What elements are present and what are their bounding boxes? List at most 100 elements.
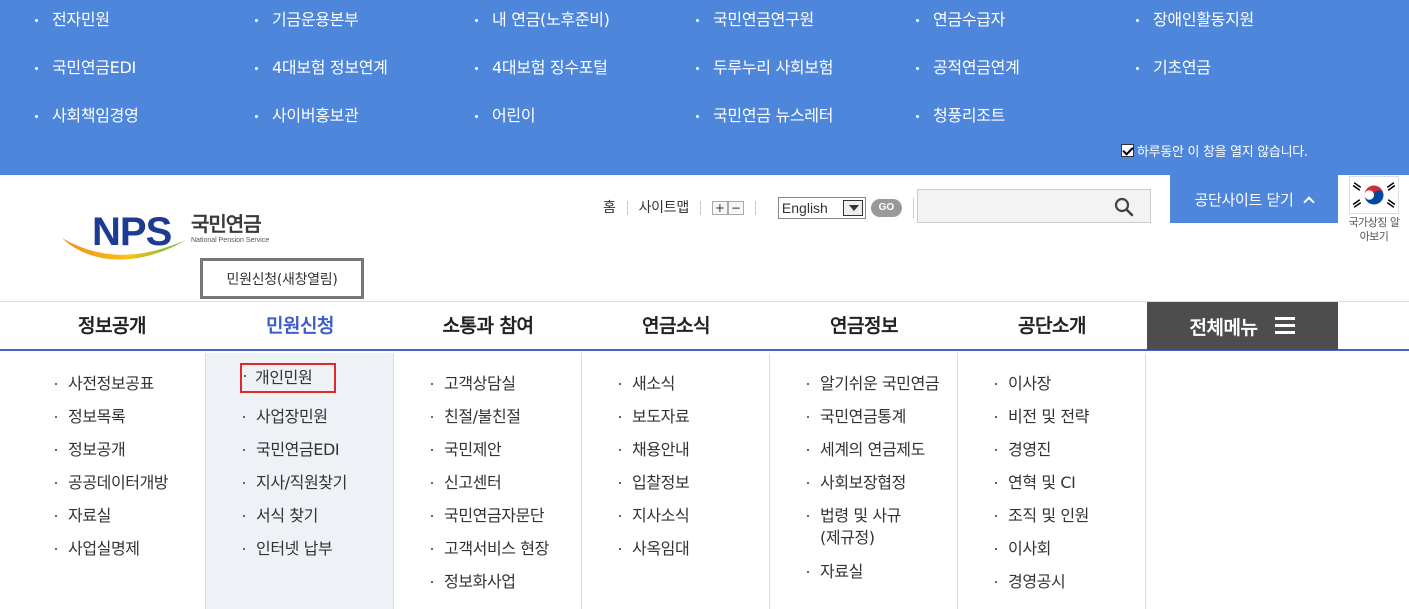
- menu-item[interactable]: 공공데이터개방: [55, 472, 169, 494]
- family-site-label: 4대보험 징수포털: [492, 58, 608, 77]
- bullet-icon: [696, 19, 699, 22]
- gnb-item-civil-petition[interactable]: 민원신청: [206, 302, 394, 350]
- menu-item[interactable]: 지사/직원찾기: [243, 472, 347, 494]
- mega-column-civil-petition: 개인민원 사업장민원 국민연금EDI 지사/직원찾기 서식 찾기 인터넷 납부: [206, 353, 394, 609]
- home-link[interactable]: 홈: [592, 200, 627, 216]
- search-input[interactable]: [917, 189, 1151, 223]
- gnb-item-about[interactable]: 공단소개: [958, 302, 1146, 350]
- menu-item[interactable]: 알기쉬운 국민연금: [807, 373, 940, 395]
- menu-item[interactable]: 인터넷 납부: [243, 538, 333, 560]
- menu-item[interactable]: 입찰정보: [619, 472, 690, 494]
- menu-item[interactable]: 사업실명제: [55, 538, 140, 560]
- mega-column-about: 이사장 비전 및 전략 경영진 연혁 및 CI 조직 및 인원 이사회 경영공시: [958, 353, 1146, 609]
- menu-item[interactable]: 법령 및 사규(제규정): [807, 505, 915, 549]
- bullet-icon: [35, 115, 38, 118]
- language-select[interactable]: English: [777, 197, 866, 219]
- no-show-today-checkbox[interactable]: 하루동안 이 창을 열지 않습니다.: [1121, 141, 1308, 160]
- zoom-out-button[interactable]: −: [727, 201, 744, 215]
- family-site-link[interactable]: 국민연금연구원: [696, 8, 814, 32]
- national-symbol-link[interactable]: 국가상징 알아보기: [1346, 176, 1402, 246]
- family-site-label: 사이버홍보관: [272, 106, 359, 125]
- menu-item[interactable]: 사업장민원: [243, 406, 328, 428]
- gnb-item-info-disclosure[interactable]: 정보공개: [18, 302, 206, 350]
- menu-item-personal-petition[interactable]: 개인민원: [240, 363, 337, 393]
- family-site-link[interactable]: 기금운용본부: [255, 8, 359, 32]
- menu-item[interactable]: 고객서비스 현장: [431, 538, 549, 560]
- gnb-item-communication[interactable]: 소통과 참여: [394, 302, 582, 350]
- no-show-today-label: 하루동안 이 창을 열지 않습니다.: [1137, 145, 1308, 160]
- menu-item[interactable]: 경영공시: [995, 571, 1066, 593]
- menu-item[interactable]: 서식 찾기: [243, 505, 318, 527]
- menu-item[interactable]: 국민제안: [431, 439, 502, 461]
- gnb-item-pension-news[interactable]: 연금소식: [582, 302, 770, 350]
- menu-item[interactable]: 국민연금자문단: [431, 505, 545, 527]
- menu-item[interactable]: 국민연금통계: [807, 406, 906, 428]
- family-site-link[interactable]: 두루누리 사회보험: [696, 56, 833, 80]
- family-site-panel: 전자민원 기금운용본부 내 연금(노후준비) 국민연금연구원 연금수급자 장애인…: [0, 0, 1409, 175]
- popup-button-label: 민원신청(새창열림): [226, 271, 338, 288]
- menu-item[interactable]: 이사회: [995, 538, 1051, 560]
- family-site-link[interactable]: 내 연금(노후준비): [475, 8, 610, 32]
- bullet-icon: [807, 482, 809, 484]
- menu-item[interactable]: 사옥임대: [619, 538, 690, 560]
- menu-item[interactable]: 연혁 및 CI: [995, 472, 1076, 494]
- menu-item[interactable]: 조직 및 인원: [995, 505, 1089, 527]
- family-site-link[interactable]: 장애인활동지원: [1136, 8, 1254, 32]
- family-site-link[interactable]: 사이버홍보관: [255, 104, 359, 128]
- family-site-link[interactable]: 기초연금: [1136, 56, 1211, 80]
- menu-item[interactable]: 친절/불친절: [431, 406, 521, 428]
- bullet-icon: [244, 375, 246, 377]
- bullet-icon: [807, 383, 809, 385]
- menu-item[interactable]: 자료실: [807, 561, 863, 583]
- family-site-link[interactable]: 4대보험 징수포털: [475, 56, 608, 80]
- family-site-link[interactable]: 어린이: [475, 104, 536, 128]
- menu-item[interactable]: 비전 및 전략: [995, 406, 1089, 428]
- menu-item[interactable]: 정보화사업: [431, 571, 516, 593]
- family-site-link[interactable]: 연금수급자: [916, 8, 1005, 32]
- family-site-link[interactable]: 국민연금EDI: [35, 56, 136, 80]
- menu-item[interactable]: 사회보장협정: [807, 472, 906, 494]
- menu-item-label: 사업실명제: [68, 539, 140, 558]
- menu-item[interactable]: 국민연금EDI: [243, 439, 340, 461]
- menu-item[interactable]: 자료실: [55, 505, 111, 527]
- family-site-label: 국민연금EDI: [52, 58, 136, 77]
- menu-item[interactable]: 고객상담실: [431, 373, 516, 395]
- zoom-in-button[interactable]: +: [711, 201, 728, 215]
- chevron-down-icon[interactable]: [842, 200, 863, 216]
- family-site-label: 어린이: [492, 106, 536, 125]
- bullet-icon: [35, 19, 38, 22]
- menu-item-label: 채용안내: [632, 440, 690, 459]
- go-button[interactable]: GO: [870, 199, 902, 217]
- close-family-site-button[interactable]: 공단사이트 닫기: [1170, 175, 1338, 223]
- family-site-link[interactable]: 사회책임경영: [35, 104, 139, 128]
- menu-item[interactable]: 정보목록: [55, 406, 126, 428]
- menu-item[interactable]: 신고센터: [431, 472, 502, 494]
- bullet-icon: [807, 416, 809, 418]
- all-menu-button[interactable]: 전체메뉴: [1147, 302, 1338, 350]
- family-site-link[interactable]: 전자민원: [35, 8, 110, 32]
- menu-item[interactable]: 사전정보공표: [55, 373, 154, 395]
- chevron-up-icon: [1303, 195, 1316, 208]
- menu-item[interactable]: 채용안내: [619, 439, 690, 461]
- checkbox-checked-icon[interactable]: [1121, 144, 1134, 157]
- menu-item[interactable]: 세계의 연금제도: [807, 439, 925, 461]
- family-site-link[interactable]: 국민연금 뉴스레터: [696, 104, 833, 128]
- menu-item[interactable]: 이사장: [995, 373, 1051, 395]
- bullet-icon: [619, 383, 621, 385]
- bullet-icon: [55, 482, 57, 484]
- menu-item[interactable]: 새소식: [619, 373, 675, 395]
- bullet-icon: [431, 416, 433, 418]
- menu-item-label: 고객서비스 현장: [444, 539, 549, 558]
- family-site-link[interactable]: 청풍리조트: [916, 104, 1005, 128]
- sitemap-link[interactable]: 사이트맵: [628, 200, 700, 216]
- menu-item[interactable]: 경영진: [995, 439, 1051, 461]
- menu-item[interactable]: 보도자료: [619, 406, 690, 428]
- family-site-link[interactable]: 4대보험 정보연계: [255, 56, 388, 80]
- bullet-icon: [475, 19, 478, 22]
- menu-item[interactable]: 지사소식: [619, 505, 690, 527]
- civil-application-popup-button[interactable]: 민원신청(새창열림): [200, 258, 364, 299]
- gnb-item-pension-info[interactable]: 연금정보: [770, 302, 958, 350]
- menu-item[interactable]: 정보공개: [55, 439, 126, 461]
- search-icon[interactable]: [1114, 197, 1134, 217]
- family-site-link[interactable]: 공적연금연계: [916, 56, 1020, 80]
